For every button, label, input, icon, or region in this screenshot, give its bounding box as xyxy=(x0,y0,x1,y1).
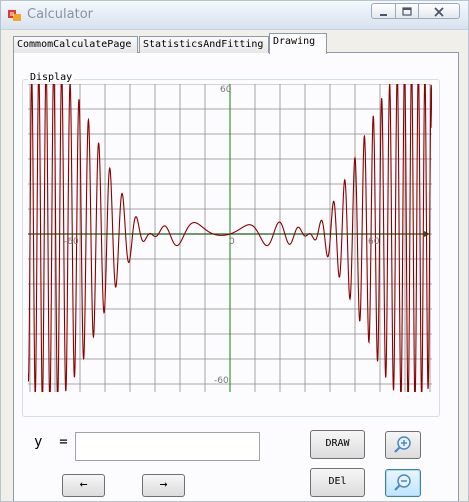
tick-label-y-top: 60 xyxy=(220,85,232,95)
tick-label-x-pos: 60 xyxy=(368,237,380,247)
display-group-label: Display xyxy=(28,72,75,83)
tab-drawing[interactable]: Drawing xyxy=(269,33,327,54)
pan-left-button[interactable]: ← xyxy=(62,474,105,497)
zoom-out-button[interactable] xyxy=(385,469,421,497)
pan-right-button[interactable]: → xyxy=(142,474,185,497)
zoom-in-icon xyxy=(394,436,411,453)
calculator-window: Calculator CommomCalculatePage Statistic… xyxy=(0,0,469,502)
close-icon xyxy=(434,7,444,17)
zoom-out-icon xyxy=(394,474,411,491)
tick-label-y-bottom: -60 xyxy=(214,376,229,386)
y-equals-label: y = xyxy=(34,434,68,450)
tab-commom-calculate-page[interactable]: CommomCalculatePage xyxy=(13,36,138,53)
tab-statistics-and-fitting[interactable]: StatisticsAndFitting xyxy=(139,36,269,53)
draw-button[interactable]: DRAW xyxy=(310,430,365,459)
minimize-icon xyxy=(380,14,387,16)
tick-label-x-zero: 0 xyxy=(229,237,235,247)
delete-button[interactable]: DEl xyxy=(310,468,365,497)
function-input[interactable] xyxy=(75,432,260,461)
minimize-button[interactable] xyxy=(371,3,396,19)
maximize-icon xyxy=(402,7,412,16)
close-button[interactable] xyxy=(418,3,460,19)
graph-display[interactable]: -60 0 60 60 -60 xyxy=(28,84,432,392)
window-title: Calculator xyxy=(27,7,94,22)
title-bar[interactable]: Calculator xyxy=(1,1,468,30)
maximize-button[interactable] xyxy=(395,3,419,19)
app-icon xyxy=(8,10,21,21)
zoom-in-button[interactable] xyxy=(385,431,421,459)
tick-label-x-neg: -60 xyxy=(64,237,79,247)
